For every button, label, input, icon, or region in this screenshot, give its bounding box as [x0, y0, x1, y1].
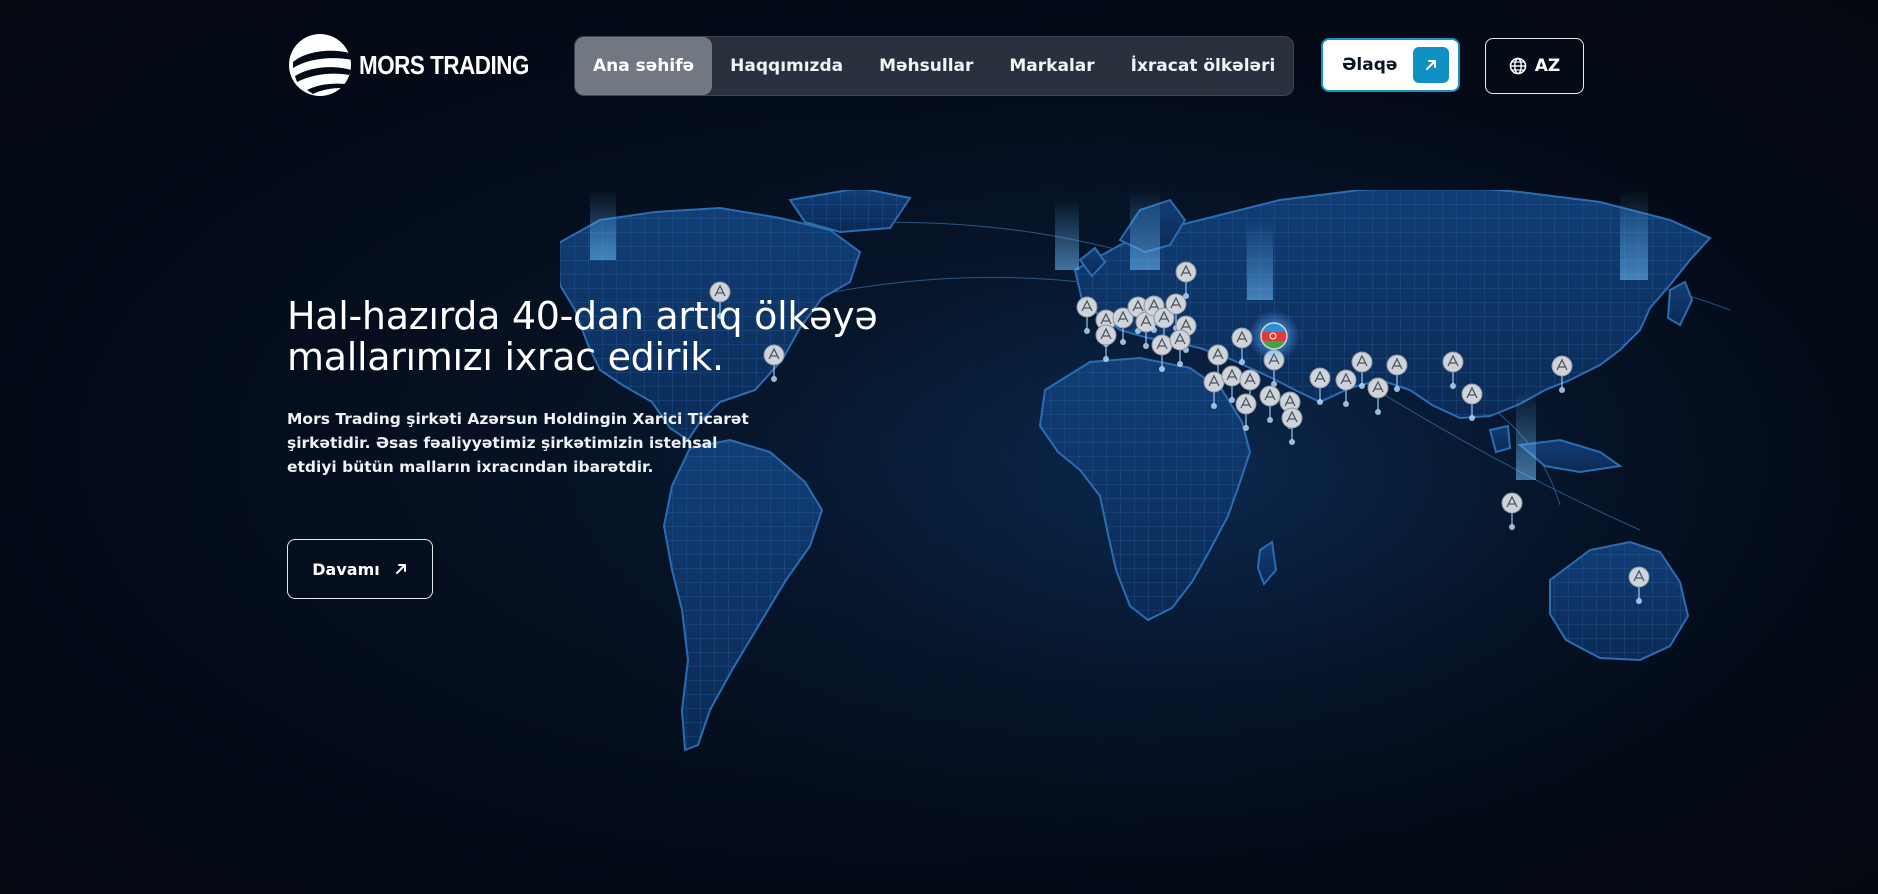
- contact-button-label: Əlaqə: [1342, 55, 1398, 75]
- arrow-up-right-icon: [1413, 47, 1449, 83]
- page: MORS TRADING Ana səhifə Haqqımızda Məhsu…: [0, 0, 1878, 894]
- logo[interactable]: MORS TRADING: [287, 32, 557, 98]
- logo-icon: [289, 34, 353, 96]
- nav-item-brands[interactable]: Markalar: [991, 37, 1112, 95]
- nav-item-export-countries[interactable]: İxracat ölkələri: [1113, 37, 1294, 95]
- arrow-up-right-icon: [395, 564, 406, 574]
- hero-description: Mors Trading şirkəti Azərsun Holdingin X…: [287, 410, 749, 476]
- azerbaijan-flag-icon: [1248, 310, 1300, 362]
- globe-icon: [1509, 57, 1527, 75]
- read-more-label: Davamı: [312, 559, 380, 579]
- main-nav: Ana səhifə Haqqımızda Məhsullar Markalar…: [574, 36, 1295, 96]
- hero-title: Hal-hazırda 40-dan artıq ölkəyə mallarım…: [287, 294, 878, 379]
- continent-australia: [1549, 540, 1690, 662]
- nav-item-home[interactable]: Ana səhifə: [575, 37, 713, 95]
- nav-item-products[interactable]: Məhsullar: [861, 37, 991, 95]
- nav-item-about[interactable]: Haqqımızda: [712, 37, 861, 95]
- logo-text: MORS TRADING: [359, 49, 529, 80]
- continent-south-america: [662, 438, 824, 752]
- world-map: [560, 190, 1731, 752]
- contact-button[interactable]: Əlaqə: [1321, 38, 1460, 92]
- language-label: AZ: [1534, 56, 1561, 76]
- language-button[interactable]: AZ: [1485, 38, 1584, 94]
- read-more-button[interactable]: Davamı: [287, 539, 433, 599]
